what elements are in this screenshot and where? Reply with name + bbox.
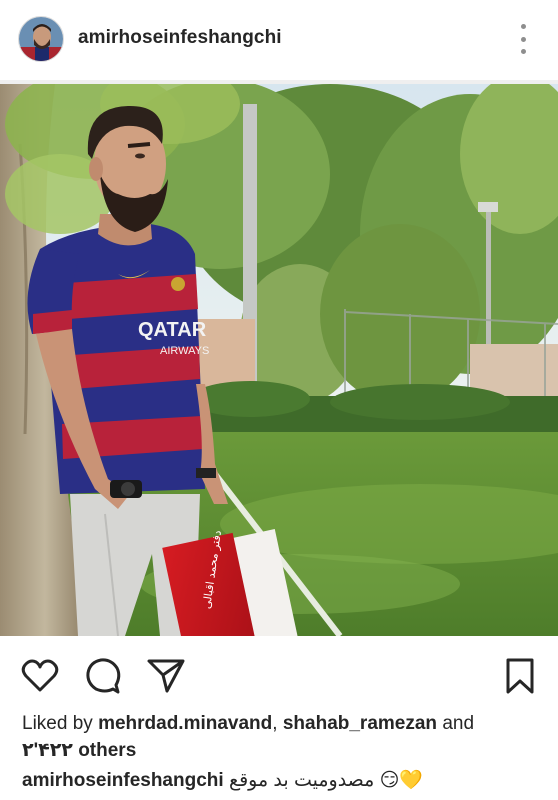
heart-icon[interactable]	[20, 656, 60, 696]
liker-link[interactable]: mehrdad.minavand	[98, 713, 272, 734]
likes-prefix: Liked by	[22, 713, 93, 734]
more-options-icon[interactable]	[518, 24, 528, 54]
liker-separator: ,	[272, 713, 278, 734]
liker-link[interactable]: shahab_ramezan	[283, 713, 437, 734]
avatar[interactable]	[18, 16, 64, 62]
shirt-sponsor-text: QATAR	[138, 319, 207, 341]
likes-summary: Liked by mehrdad.minavand, shahab_rameza…	[22, 710, 542, 764]
likes-and: and	[442, 713, 475, 734]
action-bar	[0, 636, 558, 706]
post-photo[interactable]: QATAR AIRWAYS دفتر محمد اقبالی	[0, 84, 558, 636]
others-count[interactable]: ۲'۴۲۲	[22, 740, 73, 761]
comment-icon[interactable]	[83, 656, 123, 696]
caption-text: 💛😏 مصدومیت بد موقع	[228, 770, 424, 791]
svg-text:AIRWAYS: AIRWAYS	[160, 345, 209, 357]
post-caption: amirhoseinfeshangchi 💛😏 مصدومیت بد موقع	[22, 768, 542, 794]
caption-username[interactable]: amirhoseinfeshangchi	[22, 770, 224, 791]
bookmark-icon[interactable]	[500, 656, 540, 696]
share-icon[interactable]	[146, 656, 186, 696]
post-header: amirhoseinfeshangchi	[0, 0, 558, 78]
others-label[interactable]: others	[78, 740, 136, 761]
username[interactable]: amirhoseinfeshangchi	[78, 27, 282, 49]
